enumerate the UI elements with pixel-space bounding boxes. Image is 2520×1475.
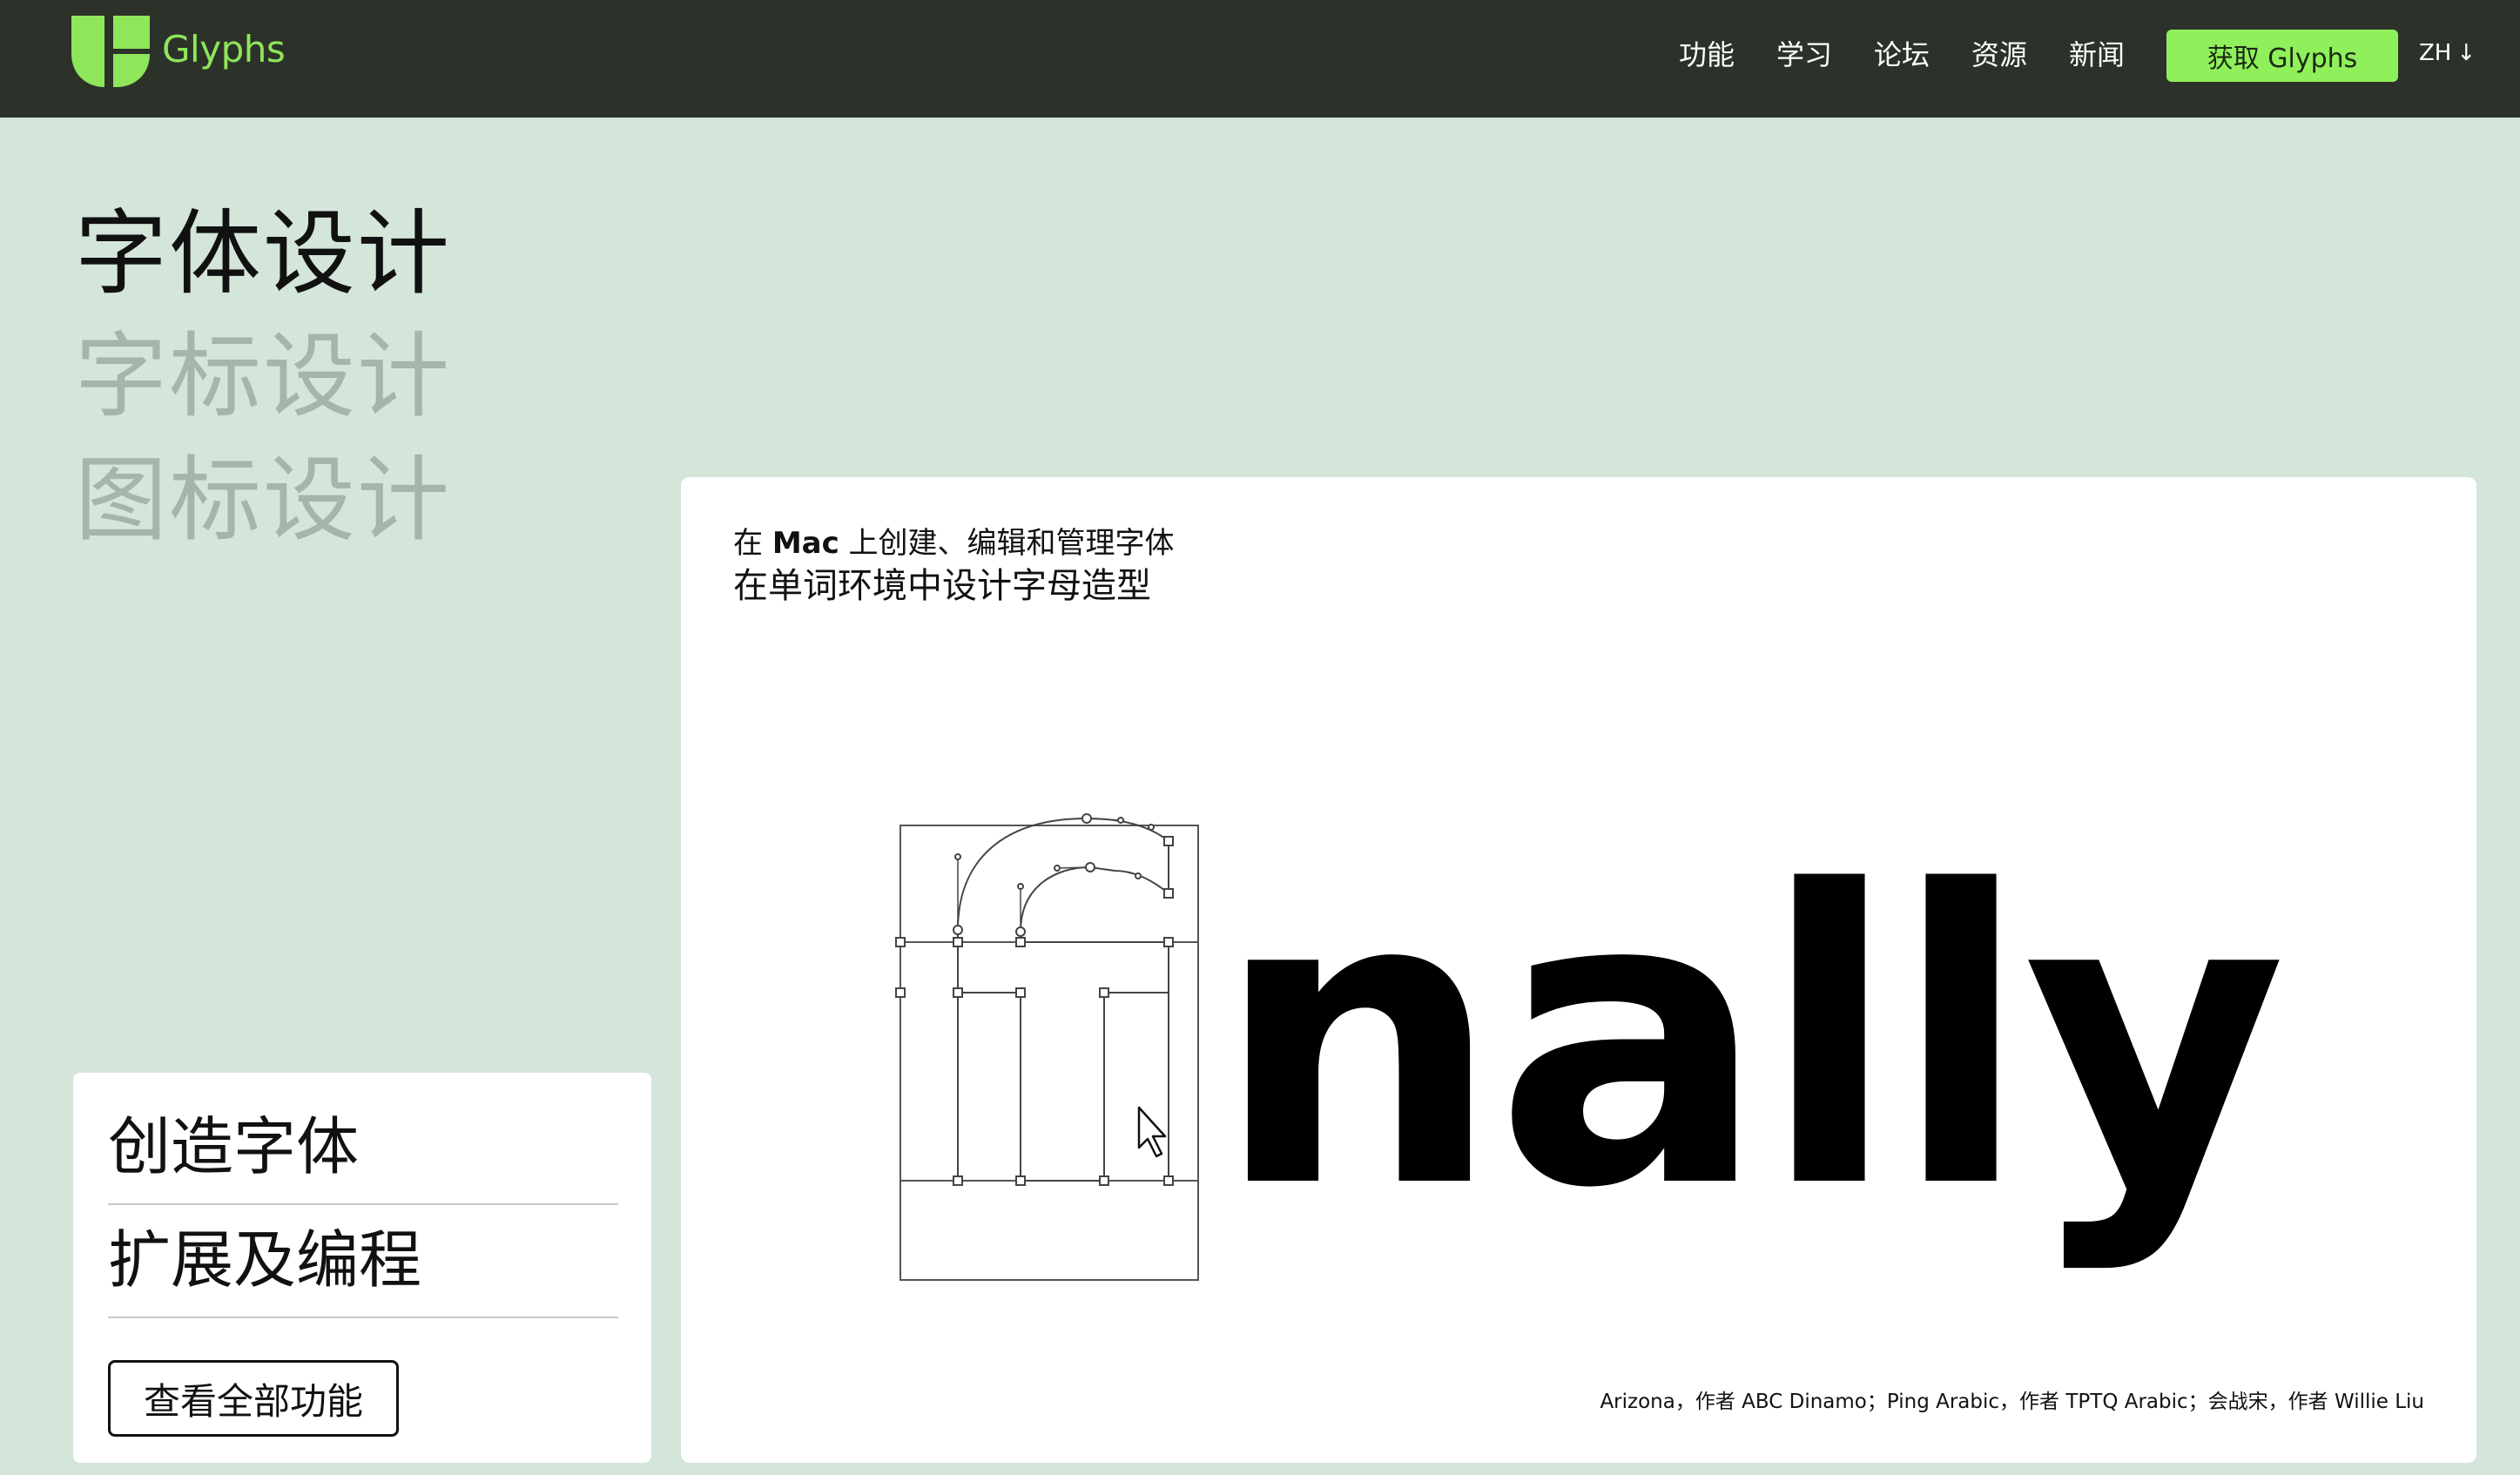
feature-extend-and-script[interactable]: 扩展及编程	[108, 1221, 618, 1299]
demo-panel: 在 Mac 上创建、编辑和管理字体 在单词环境中设计字母造型 nally Ari…	[681, 477, 2476, 1463]
brand-name[interactable]: Glyphs	[162, 28, 286, 71]
get-glyphs-label: 获取 Glyphs	[2207, 44, 2358, 74]
arrow-down-icon: ↓	[2456, 40, 2476, 66]
nav-forum[interactable]: 论坛	[1874, 33, 1930, 73]
pointer-cursor-icon	[1137, 1106, 1167, 1158]
feature-create-fonts[interactable]: 创造字体	[108, 1108, 618, 1186]
view-all-features-label: 查看全部功能	[143, 1379, 363, 1423]
font-credits: Arizona，作者 ABC Dinamo；Ping Arabic，作者 TPT…	[1600, 1391, 2424, 1413]
nav-features[interactable]: 功能	[1679, 33, 1735, 73]
get-glyphs-button[interactable]: 获取 Glyphs	[2166, 30, 2398, 82]
headline-icon-design[interactable]: 图标设计	[75, 448, 451, 553]
glyphs-logo-icon[interactable]	[71, 16, 150, 87]
glyph-bounding-box	[900, 825, 1199, 1281]
headline-logotype-design[interactable]: 字标设计	[75, 325, 451, 429]
nav-resources[interactable]: 资源	[1971, 33, 2027, 73]
language-code: ZH	[2419, 40, 2452, 66]
top-navigation-bar: Glyphs 功能 学习 论坛 资源 新闻 获取 Glyphs ZH ↓	[0, 0, 2520, 118]
language-selector[interactable]: ZH ↓	[2419, 40, 2476, 66]
headline-type-design[interactable]: 字体设计	[75, 202, 451, 306]
divider	[108, 1203, 618, 1205]
divider	[108, 1317, 618, 1318]
nav-learn[interactable]: 学习	[1776, 33, 1832, 73]
nav-news[interactable]: 新闻	[2069, 33, 2125, 73]
features-card: 创造字体 扩展及编程 查看全部功能	[73, 1073, 651, 1463]
view-all-features-button[interactable]: 查看全部功能	[108, 1360, 399, 1437]
glyph-editing-illustration: nally	[895, 806, 2289, 1281]
specimen-word: nally	[1214, 806, 2282, 1276]
